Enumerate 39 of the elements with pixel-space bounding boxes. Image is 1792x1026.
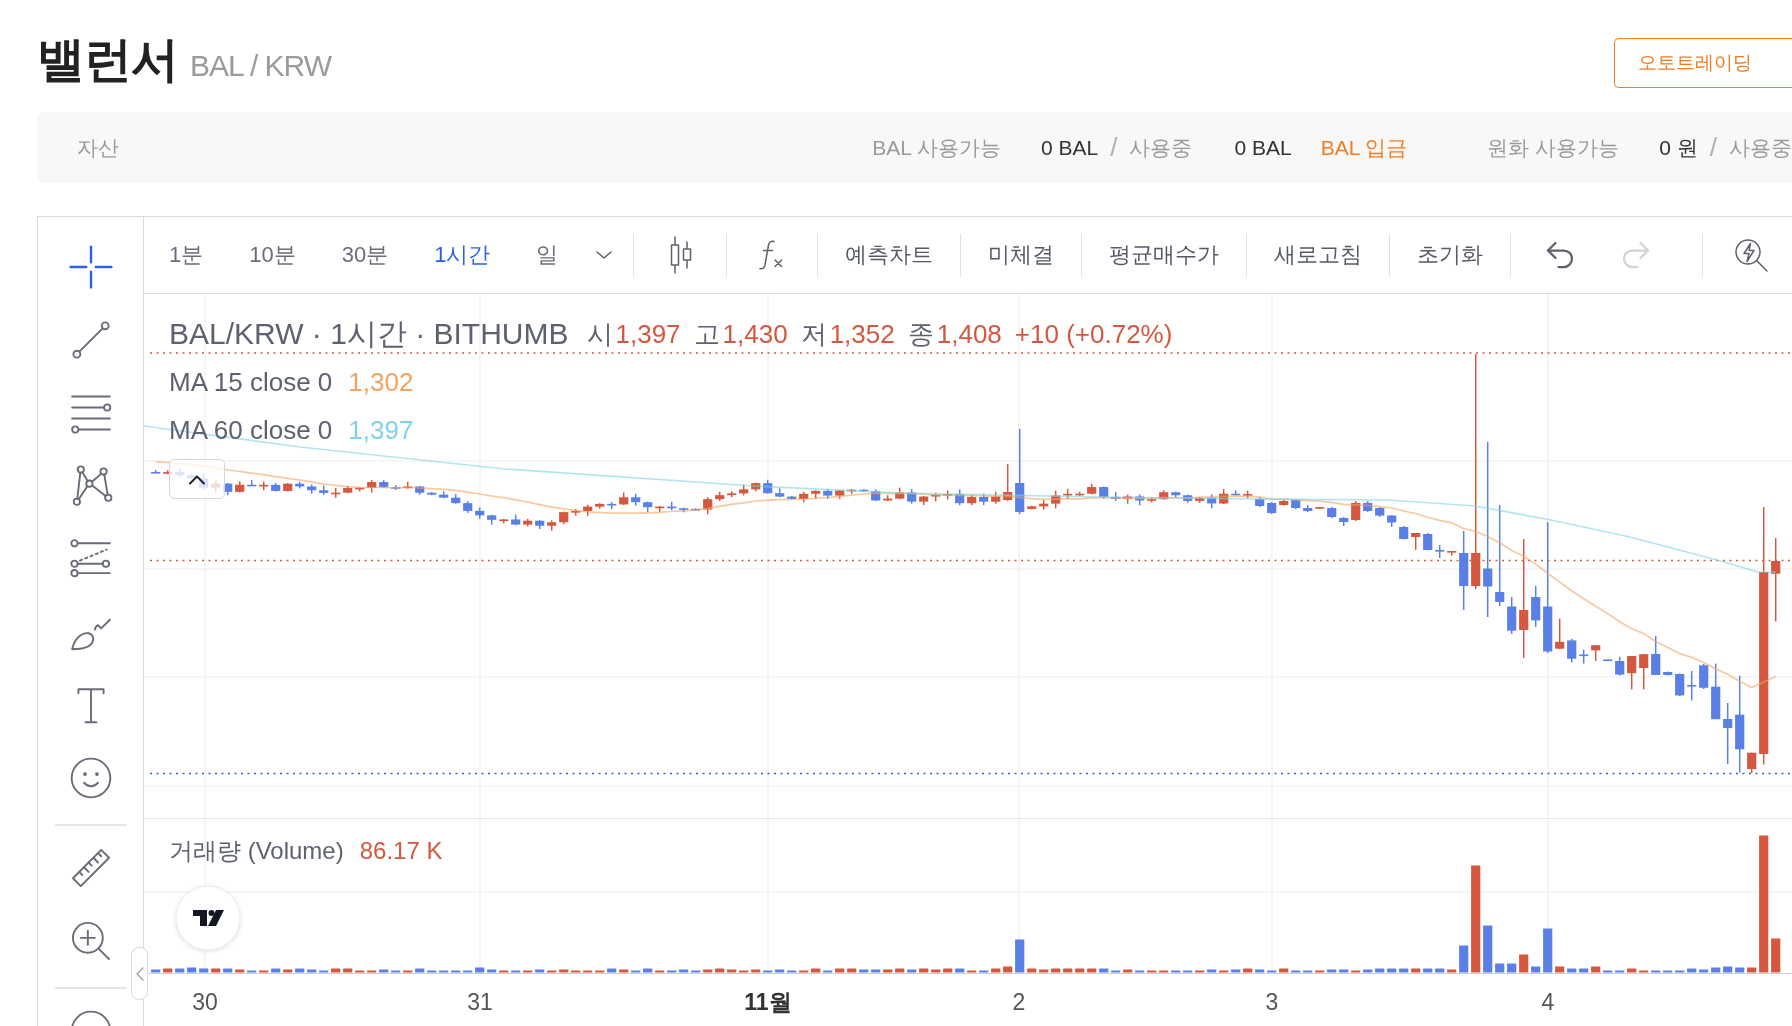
assets-label: 자산	[77, 134, 119, 161]
in-use-label: 사용중	[1729, 134, 1792, 161]
chevron-left-icon	[135, 966, 144, 981]
x-axis-label: 31	[467, 988, 493, 1016]
auto-trading-button[interactable]: 오토트레이딩	[1614, 38, 1792, 88]
x-axis-label: 3	[1265, 988, 1279, 1016]
slash-separator: /	[1110, 132, 1118, 163]
available-amount: 0 원	[1659, 134, 1698, 161]
redo-icon	[1621, 240, 1652, 270]
crosshair-icon	[68, 245, 113, 289]
x-axis-label: 11월	[744, 988, 792, 1016]
page-title: 밸런서	[37, 32, 178, 88]
x-axis-label: 4	[1541, 988, 1555, 1016]
in-use-amount: 0 BAL	[1234, 135, 1292, 160]
toolbar-action-button[interactable]: 미체결	[961, 217, 1082, 293]
bolt-magnifier-icon	[1733, 237, 1770, 273]
x-axis-label: 30	[192, 988, 218, 1016]
slash-separator: /	[1709, 132, 1717, 163]
available-label: BAL 사용가능	[872, 134, 1001, 161]
interval-tab[interactable]: 10분	[226, 217, 319, 293]
toolbar-action-button[interactable]: 예측차트	[818, 217, 961, 293]
in-use-label: 사용중	[1129, 134, 1193, 161]
toolbar-action-button[interactable]: 초기화	[1390, 217, 1511, 293]
volume-value: 86.17 K	[359, 837, 443, 865]
logo-icon	[174, 884, 242, 952]
volume-label: 거래량 (Volume)	[169, 836, 344, 866]
chevron-down-icon	[595, 250, 614, 260]
interval-tab[interactable]: 1시간	[411, 217, 514, 293]
toolbar-action-button[interactable]: 새로고침	[1247, 217, 1390, 293]
available-label: 원화 사용가능	[1487, 134, 1620, 161]
interval-tab[interactable]: 일	[513, 217, 582, 293]
available-amount: 0 BAL	[1041, 135, 1099, 160]
interval-tab[interactable]: 1분	[146, 217, 227, 293]
x-axis-label: 2	[1012, 988, 1026, 1016]
undo-icon	[1545, 240, 1576, 270]
interval-tab[interactable]: 30분	[318, 217, 412, 293]
smiley-icon	[68, 756, 113, 800]
toolbar-action-button[interactable]: 평균매수가	[1082, 217, 1247, 293]
currency-pair: BAL / KRW	[190, 51, 332, 81]
